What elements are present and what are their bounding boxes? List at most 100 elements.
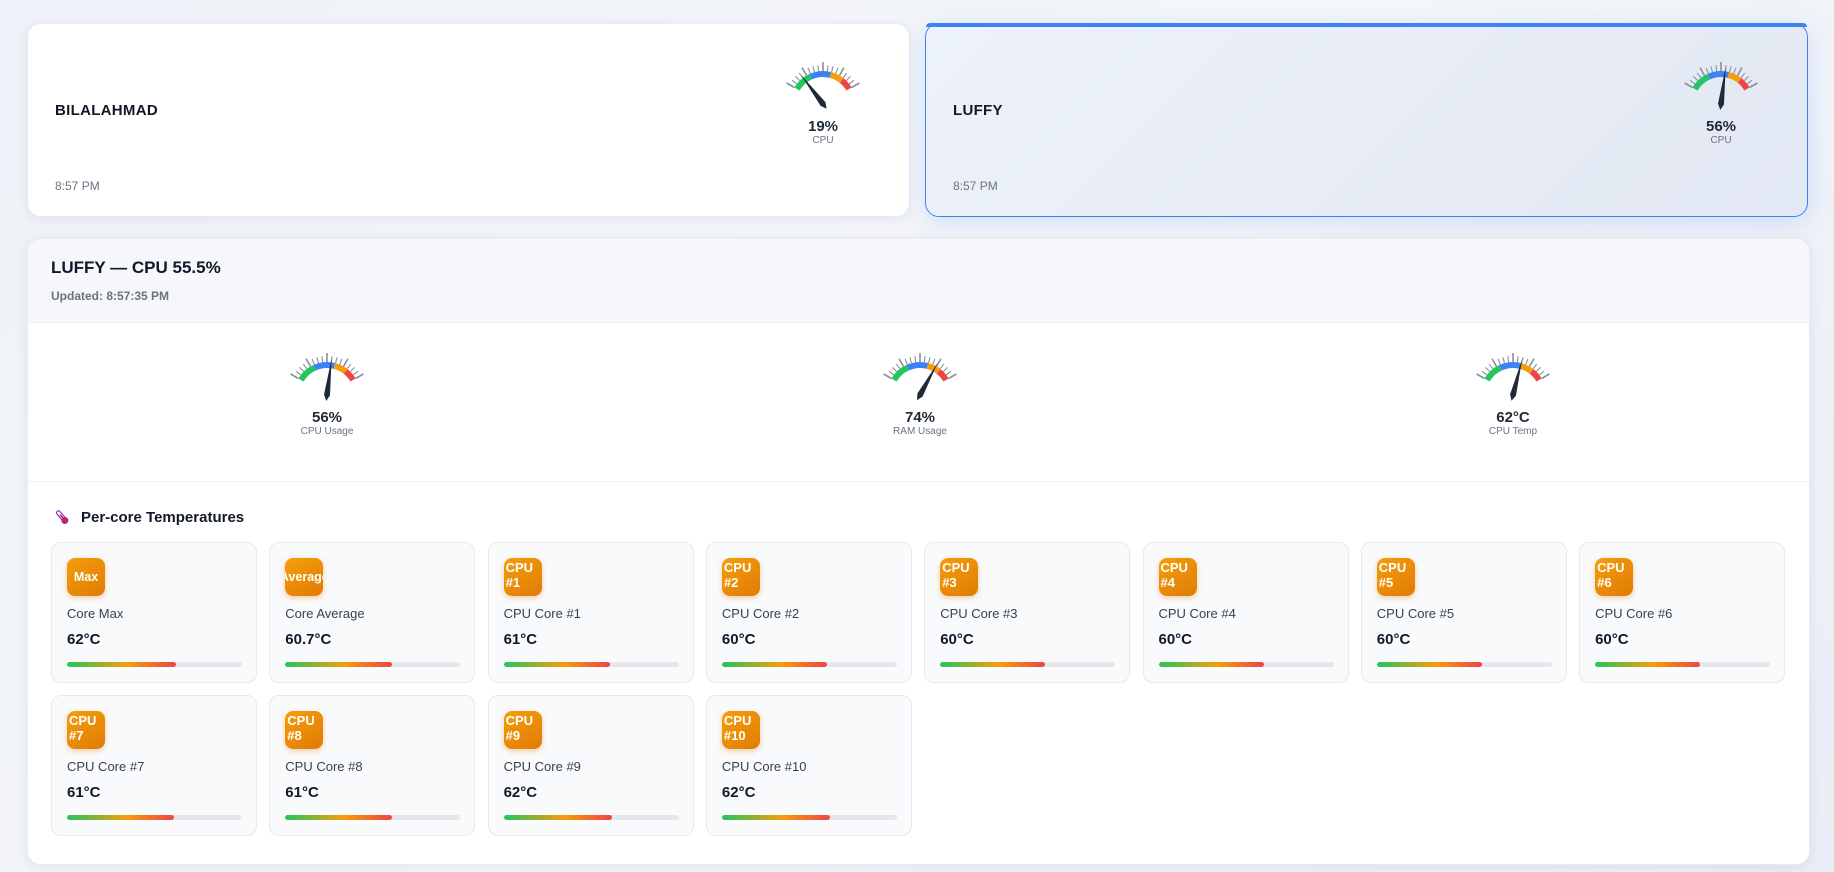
gauge-arc-segment bbox=[1707, 71, 1730, 80]
gauge-tick bbox=[786, 82, 795, 89]
gauge-value: 19% bbox=[807, 118, 839, 135]
gauge-arc-segment bbox=[1499, 362, 1522, 371]
host-name: BILALAHMAD bbox=[55, 102, 158, 119]
temperature-bar-fill bbox=[1595, 662, 1701, 667]
temperature-bar bbox=[67, 662, 242, 667]
gauge-tick bbox=[1736, 67, 1743, 76]
gauge-arc-segment bbox=[809, 71, 832, 80]
core-temperature: 60°C bbox=[940, 631, 974, 648]
temperature-bar bbox=[721, 815, 897, 820]
temperature-bar-fill bbox=[940, 662, 1046, 667]
core-badge: CPU #6 bbox=[1595, 558, 1634, 596]
cpu-gauge: 56% CPU bbox=[1676, 52, 1766, 172]
gauge-tick bbox=[932, 358, 936, 365]
temperature-bar bbox=[940, 662, 1116, 667]
core-label: Core Max bbox=[67, 606, 124, 621]
temperature-bar-fill bbox=[503, 815, 613, 820]
gauge-dial bbox=[786, 62, 860, 109]
gauge-tick bbox=[838, 67, 845, 76]
host-card-bilalahmad[interactable]: BILALAHMAD 19% CPU 8:57 PM bbox=[27, 23, 910, 217]
temperature-bar-fill bbox=[1376, 662, 1482, 667]
gauge-arc-segment bbox=[1484, 364, 1503, 382]
gauge-tick bbox=[1485, 367, 1491, 373]
core-card: CPU #4 CPU Core #4 60°C bbox=[1142, 542, 1349, 683]
gauge-tick bbox=[1710, 66, 1713, 73]
updated-timestamp: Updated: 8:57:35 PM bbox=[51, 289, 170, 303]
core-card: CPU #1 CPU Core #1 61°C bbox=[487, 542, 694, 683]
gauge-tick bbox=[791, 79, 798, 85]
gauge-arc-segment bbox=[1529, 369, 1542, 382]
temperature-bar bbox=[721, 662, 897, 667]
gauge-tick bbox=[851, 82, 860, 89]
temperature-bar-fill bbox=[67, 662, 176, 667]
gauge-arc-segment bbox=[1727, 72, 1742, 83]
gauge-dial bbox=[1684, 62, 1758, 110]
gauge-value: 56% bbox=[1705, 118, 1737, 135]
gauge-value: 56% bbox=[311, 409, 343, 426]
core-temperature: 60°C bbox=[721, 631, 756, 648]
core-card: CPU #9 CPU Core #9 62°C bbox=[487, 695, 694, 836]
gauge-dial bbox=[883, 353, 957, 401]
temperature-bar-fill bbox=[721, 662, 827, 667]
gauge-tick bbox=[1715, 65, 1718, 72]
cpu-usage-gauge: 56% CPU Usage bbox=[277, 343, 377, 463]
gauge-tick bbox=[302, 363, 308, 370]
gauge-row: 56% CPU Usage 74% RAM Usage 62°C CPU Tem… bbox=[28, 323, 1809, 482]
gauge-tick bbox=[909, 357, 912, 364]
gauge-arc-segment bbox=[1692, 73, 1711, 91]
gauge-tick bbox=[817, 65, 820, 72]
gauge-tick bbox=[883, 373, 892, 380]
core-card: CPU #6 CPU Core #6 60°C bbox=[1579, 542, 1786, 683]
core-badge: Max bbox=[67, 558, 105, 596]
gauge-tick bbox=[290, 373, 299, 380]
host-card-luffy[interactable]: LUFFY 56% CPU 8:57 PM bbox=[925, 23, 1808, 217]
gauge-arc-segment bbox=[1519, 363, 1534, 374]
core-card: CPU #8 CPU Core #8 61°C bbox=[269, 695, 476, 836]
gauge-tick bbox=[812, 66, 815, 73]
core-temperature: 60.7°C bbox=[285, 631, 332, 648]
core-badge: CPU #7 bbox=[67, 711, 105, 749]
gauge-tick bbox=[1740, 72, 1746, 79]
core-label: Core Average bbox=[285, 606, 365, 621]
ram-usage-gauge: 74% RAM Usage bbox=[870, 343, 970, 463]
gauge-tick bbox=[1729, 66, 1732, 73]
gauge-value: 62°C bbox=[1496, 409, 1530, 426]
temperature-bar bbox=[1158, 662, 1334, 667]
core-label: CPU Core #4 bbox=[1158, 606, 1236, 621]
core-badge: CPU #10 bbox=[721, 711, 760, 749]
gauge-arc-segment bbox=[829, 72, 844, 83]
core-card: Average Core Average 60.7°C bbox=[269, 542, 476, 683]
gauge-tick bbox=[898, 358, 905, 367]
core-temperature: 61°C bbox=[285, 784, 319, 801]
core-label: CPU Core #9 bbox=[503, 759, 581, 774]
gauge-tick bbox=[1749, 82, 1758, 89]
temperature-bar bbox=[285, 815, 461, 820]
temperature-bar bbox=[1595, 662, 1771, 667]
gauge-tick bbox=[935, 358, 942, 367]
gauge-label: CPU bbox=[1710, 135, 1732, 146]
core-temperature: 62°C bbox=[503, 784, 538, 801]
temperature-bar-fill bbox=[285, 662, 392, 667]
gauge-tick bbox=[321, 356, 324, 363]
core-temperature: 62°C bbox=[67, 631, 101, 648]
core-badge: CPU #8 bbox=[285, 711, 324, 749]
cpu-temp-gauge: 62°C CPU Temp bbox=[1463, 343, 1563, 463]
gauge-tick bbox=[888, 370, 895, 376]
gauge-tick bbox=[1525, 358, 1529, 365]
core-temperature: 62°C bbox=[721, 784, 756, 801]
cpu-gauge: 19% CPU bbox=[778, 52, 868, 172]
core-label: CPU Core #7 bbox=[67, 759, 145, 774]
gauge-tick bbox=[945, 370, 952, 376]
host-detail-panel: LUFFY — CPU 55.5% Updated: 8:57:35 PM 56… bbox=[27, 238, 1810, 865]
gauge-tick bbox=[305, 358, 312, 367]
core-card: CPU #2 CPU Core #2 60°C bbox=[705, 542, 912, 683]
gauge-tick bbox=[831, 66, 834, 73]
gauge-tick bbox=[892, 367, 898, 373]
gauge-tick bbox=[1733, 67, 1737, 74]
core-card: CPU #7 CPU Core #7 61°C bbox=[51, 695, 257, 836]
gauge-tick bbox=[1699, 67, 1706, 76]
gauge-tick bbox=[1696, 72, 1702, 79]
gauge-tick bbox=[295, 370, 302, 376]
core-label: CPU Core #2 bbox=[721, 606, 800, 621]
host-time: 8:57 PM bbox=[953, 179, 998, 193]
